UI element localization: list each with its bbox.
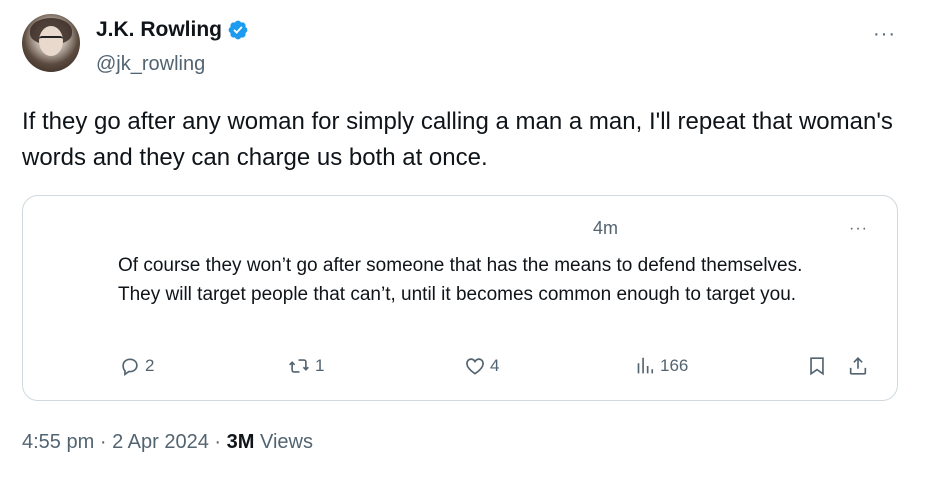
views-button[interactable]: 166 [634, 355, 688, 377]
avatar-glasses [39, 36, 63, 44]
separator: · [99, 431, 107, 453]
tweet-views-count: 3M [226, 431, 255, 453]
repost-button[interactable]: 1 [287, 355, 324, 377]
tweet-views-label: Views [259, 431, 313, 453]
quoted-tweet-text: Of course they won’t go after someone th… [118, 255, 803, 305]
tweet-footer: 4:55 pm · 2 Apr 2024 · 3M Views [22, 431, 313, 454]
verified-badge-icon[interactable] [227, 19, 249, 41]
tweet-date[interactable]: 2 Apr 2024 [112, 431, 209, 453]
quoted-tweet-card[interactable]: 4m ··· Of course they won’t go after som… [22, 195, 898, 401]
author-name-row[interactable]: J.K. Rowling [96, 18, 249, 42]
repost-icon [287, 355, 311, 377]
share-button[interactable] [847, 355, 869, 377]
author-display-name[interactable]: J.K. Rowling [96, 18, 222, 42]
more-icon[interactable]: ··· [873, 23, 896, 46]
quoted-tweet-time[interactable]: 4m [593, 218, 618, 239]
author-handle[interactable]: @jk_rowling [96, 53, 205, 76]
separator: · [214, 431, 222, 453]
like-button[interactable]: 4 [464, 355, 499, 377]
like-icon [464, 355, 486, 377]
reply-count: 2 [145, 356, 155, 375]
like-count: 4 [490, 356, 500, 375]
reply-icon [119, 355, 141, 377]
bookmark-button[interactable] [806, 355, 828, 377]
views-count: 166 [660, 356, 689, 375]
reply-button[interactable]: 2 [119, 355, 154, 377]
share-icon [847, 355, 869, 377]
more-icon[interactable]: ··· [849, 220, 868, 238]
tweet-time[interactable]: 4:55 pm [22, 431, 94, 453]
author-avatar[interactable] [22, 14, 80, 72]
views-icon [634, 355, 656, 377]
tweet-text: If they go after any woman for simply ca… [22, 108, 893, 171]
bookmark-icon [806, 355, 828, 377]
repost-count: 1 [315, 356, 325, 375]
